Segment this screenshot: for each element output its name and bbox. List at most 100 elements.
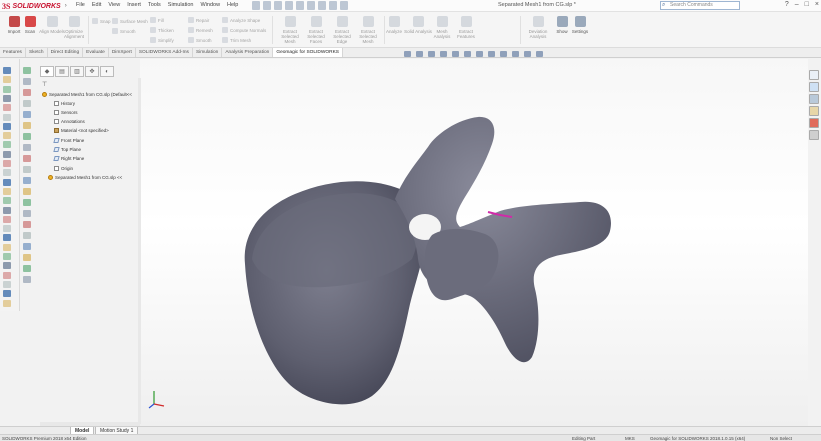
tool-surface-mesh[interactable]: Surface Mesh (112, 18, 148, 24)
left-toolbar-tool-icon[interactable] (3, 67, 11, 74)
extract-faces-button[interactable]: Extract Selected Faces (302, 16, 330, 44)
maximize-button[interactable]: □ (805, 1, 809, 8)
view-palette-icon[interactable] (809, 106, 819, 116)
view-orientation-icon[interactable] (464, 51, 471, 57)
left-toolbar-tool-icon[interactable] (3, 253, 11, 260)
left-toolbar-secondary-icon[interactable] (23, 78, 31, 85)
left-toolbar-secondary-icon[interactable] (23, 155, 31, 162)
tree-vertical-scrollbar[interactable] (138, 78, 141, 424)
left-toolbar-secondary-icon[interactable] (23, 276, 31, 283)
left-toolbar-tool-icon[interactable] (3, 299, 11, 307)
tab-analysis-preparation[interactable]: Analysis Preparation (222, 48, 274, 57)
monitor-icon[interactable] (536, 51, 543, 57)
close-button[interactable]: × (815, 1, 819, 8)
configuration-manager-tab-icon[interactable]: ▥ (70, 66, 84, 77)
open-icon[interactable] (274, 1, 282, 10)
left-toolbar-tool-icon[interactable] (3, 113, 11, 121)
menu-view[interactable]: View (108, 2, 120, 8)
feature-tree-tab-icon[interactable]: ◆ (40, 66, 54, 77)
mesh-model-svg[interactable] (140, 59, 808, 426)
menu-edit[interactable]: Edit (92, 2, 101, 8)
tool-smooth-a[interactable]: Smooth (112, 28, 136, 34)
undo-icon[interactable] (307, 1, 315, 10)
left-toolbar-tool-icon[interactable] (3, 280, 11, 288)
tab-evaluate[interactable]: Evaluate (83, 48, 109, 57)
solidworks-logo[interactable]: 3S SOLIDWORKS › (2, 1, 67, 11)
left-toolbar-tool-icon[interactable] (3, 187, 11, 195)
chevron-right-icon[interactable]: › (65, 3, 67, 9)
left-toolbar-tool-icon[interactable] (3, 76, 11, 84)
extract-edge-button[interactable]: Extract Selected Edge (328, 16, 356, 44)
left-toolbar-tool-icon[interactable] (3, 206, 11, 214)
tab-sketch[interactable]: Sketch (26, 48, 48, 57)
left-toolbar-tool-icon[interactable] (3, 225, 11, 233)
tree-item-top-plane[interactable]: Top Plane (53, 147, 81, 152)
tool-snap[interactable]: Snap (92, 18, 111, 24)
tool-compute-normals[interactable]: Compute Normals (222, 27, 266, 33)
left-toolbar-tool-icon[interactable] (3, 290, 11, 298)
edit-appearance-icon[interactable] (500, 51, 507, 57)
graphics-area[interactable] (140, 59, 808, 426)
left-toolbar-tool-icon[interactable] (3, 169, 11, 177)
left-toolbar-secondary-icon[interactable] (23, 144, 31, 151)
tool-remesh[interactable]: Remesh (188, 27, 213, 33)
extract-mesh-2-button[interactable]: Extract Selected Mesh (354, 16, 382, 44)
tree-item-sensors[interactable]: Sensors (54, 110, 78, 115)
tree-root[interactable]: Separated Mesh1 from CG.slp (Default<< (42, 92, 132, 97)
zoom-area-icon[interactable] (416, 51, 423, 57)
left-toolbar-tool-icon[interactable] (3, 271, 11, 279)
left-toolbar-secondary-icon[interactable] (23, 210, 31, 217)
left-toolbar-secondary-icon[interactable] (23, 243, 31, 250)
left-toolbar-secondary-icon[interactable] (23, 177, 31, 184)
design-library-icon[interactable] (809, 82, 819, 92)
tool-trim-mesh[interactable]: Trim Mesh (222, 37, 251, 43)
left-toolbar-secondary-icon[interactable] (23, 254, 31, 261)
tab-simulation[interactable]: Simulation (193, 48, 223, 57)
tree-item-mesh[interactable]: Separated Mesh1 from CG.slp << (48, 175, 122, 180)
tree-item-history[interactable]: History (54, 101, 75, 106)
left-toolbar-tool-icon[interactable] (3, 215, 11, 223)
minimize-button[interactable]: – (795, 1, 799, 8)
left-toolbar-secondary-icon[interactable] (23, 67, 31, 74)
extract-mesh-button[interactable]: Extract Selected Mesh (276, 16, 304, 44)
left-toolbar-secondary-icon[interactable] (23, 111, 31, 118)
print-icon[interactable] (296, 1, 304, 10)
tab-geomagic[interactable]: Geomagic for SOLIDWORKS (273, 48, 343, 57)
dynamic-annotation-icon[interactable] (452, 51, 459, 57)
left-toolbar-secondary-icon[interactable] (23, 166, 31, 173)
select-icon[interactable] (318, 1, 326, 10)
tree-item-right-plane[interactable]: Right Plane (53, 156, 84, 161)
tree-item-annotations[interactable]: Annotations (54, 119, 85, 124)
tab-dimxpert[interactable]: DimXpert (109, 48, 136, 57)
display-manager-tab-icon[interactable]: ◐ (100, 66, 114, 77)
left-toolbar-tool-icon[interactable] (3, 141, 11, 149)
menu-file[interactable]: File (76, 2, 85, 8)
apply-scene-icon[interactable] (512, 51, 519, 57)
left-toolbar-tool-icon[interactable] (3, 94, 11, 102)
status-units[interactable]: MKS (625, 436, 635, 441)
left-toolbar-secondary-icon[interactable] (23, 122, 31, 129)
tree-item-material[interactable]: Material <not specified> (54, 128, 109, 133)
dimxpert-manager-tab-icon[interactable]: ✥ (85, 66, 99, 77)
help-icon[interactable]: ? (785, 1, 789, 8)
left-toolbar-tool-icon[interactable] (3, 150, 11, 158)
left-toolbar-tool-icon[interactable] (3, 160, 11, 167)
left-toolbar-secondary-icon[interactable] (23, 265, 31, 272)
tool-analyze-shape[interactable]: Analyze Shape (222, 17, 260, 23)
file-explorer-icon[interactable] (809, 94, 819, 104)
tool-repair[interactable]: Repair (188, 17, 209, 23)
filter-icon[interactable]: ⊤ (42, 81, 47, 88)
menu-window[interactable]: Window (200, 2, 220, 8)
settings-button[interactable]: Settings (566, 16, 594, 34)
tab-features[interactable]: Features (0, 48, 26, 57)
menu-help[interactable]: Help (227, 2, 238, 8)
left-toolbar-tool-icon[interactable] (3, 262, 11, 270)
left-toolbar-secondary-icon[interactable] (23, 232, 31, 239)
optimize-alignment-button[interactable]: Optimize Alignment (60, 16, 88, 39)
menu-insert[interactable]: Insert (127, 2, 141, 8)
left-toolbar-secondary-icon[interactable] (23, 100, 31, 107)
menu-simulation[interactable]: Simulation (168, 2, 194, 8)
tool-fill[interactable]: Fill (150, 17, 164, 23)
left-toolbar-tool-icon[interactable] (3, 243, 11, 251)
search-commands-input[interactable]: ⌕ Search Commands (660, 1, 740, 10)
